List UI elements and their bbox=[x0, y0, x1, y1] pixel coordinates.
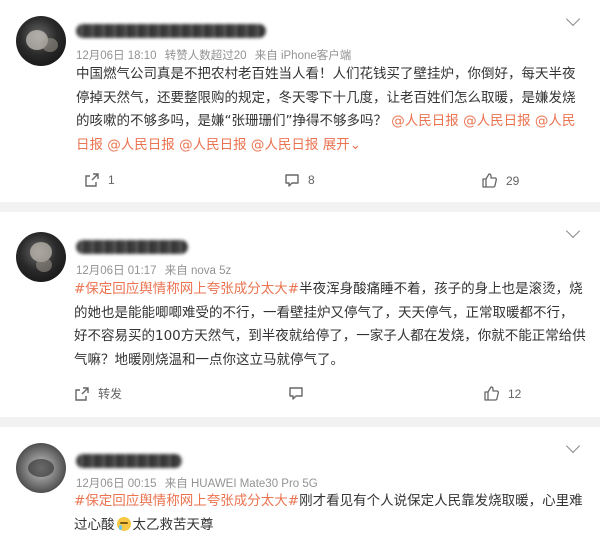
chevron-down-icon[interactable] bbox=[565, 11, 581, 27]
post-separator bbox=[0, 417, 600, 427]
post-meta: 12月06日 00:15 来自 HUAWEI Mate30 Pro 5G bbox=[76, 475, 323, 491]
repost-button[interactable]: 转发 bbox=[74, 385, 122, 402]
post-actions: 1 8 29 bbox=[0, 172, 600, 192]
mention-link[interactable]: @人民日报 bbox=[107, 137, 175, 153]
post-2: 12月06日 01:17 来自 nova 5z #保定回应舆情称网上夸张成分太大… bbox=[0, 212, 600, 417]
post-content: #保定回应舆情称网上夸张成分太大#刚才看见有个人说保定人民靠发烧取暖，心里难过心… bbox=[74, 490, 586, 537]
comment-icon bbox=[289, 387, 303, 400]
username-redacted[interactable] bbox=[76, 240, 188, 254]
post-tail-text: 太乙救苦天尊 bbox=[132, 516, 214, 533]
post-meta: 12月06日 18:10 转赞人数超过20 来自 iPhone客户端 bbox=[76, 47, 356, 63]
repost-button[interactable]: 1 bbox=[84, 172, 115, 188]
post-source: 来自 nova 5z bbox=[164, 265, 232, 277]
repost-icon bbox=[75, 386, 89, 401]
post-date: 12月06日 01:17 bbox=[76, 265, 157, 277]
crying-face-emoji-icon bbox=[116, 516, 131, 531]
like-button[interactable]: 29 bbox=[481, 172, 519, 189]
likes-note: 转赞人数超过20 bbox=[164, 50, 247, 62]
chevron-down-icon[interactable] bbox=[565, 223, 581, 239]
like-count: 12 bbox=[508, 386, 522, 401]
comment-button[interactable]: 8 bbox=[284, 172, 315, 188]
repost-label: 转发 bbox=[98, 387, 123, 401]
repost-icon bbox=[85, 173, 99, 187]
comment-icon bbox=[285, 174, 299, 187]
like-button[interactable]: 12 bbox=[483, 385, 521, 402]
post-actions: 转发 12 bbox=[0, 385, 600, 405]
post-source: 来自 HUAWEI Mate30 Pro 5G bbox=[164, 478, 318, 490]
expand-link[interactable]: 展开 bbox=[323, 137, 350, 153]
like-count: 29 bbox=[506, 173, 520, 188]
comment-button[interactable] bbox=[288, 385, 312, 401]
thumbs-up-icon bbox=[484, 386, 499, 401]
mention-link[interactable]: @人民日报 bbox=[251, 137, 319, 153]
post-content: 中国燃气公司真是不把农村老百姓当人看！人们花钱买了壁挂炉，你倒好，每天半夜停掉天… bbox=[76, 63, 586, 157]
hashtag-link[interactable]: #保定回应舆情称网上夸张成分太大# bbox=[74, 281, 299, 297]
username-redacted[interactable] bbox=[76, 24, 266, 38]
comment-count: 8 bbox=[308, 173, 315, 187]
avatar[interactable] bbox=[16, 16, 66, 66]
post-3: 12月06日 00:15 来自 HUAWEI Mate30 Pro 5G #保定… bbox=[0, 427, 600, 545]
mention-link[interactable]: @人民日报 bbox=[463, 113, 531, 129]
username-redacted[interactable] bbox=[76, 454, 182, 468]
mention-link[interactable]: @人民日报 bbox=[391, 113, 459, 129]
thumbs-up-icon bbox=[482, 173, 497, 188]
avatar[interactable] bbox=[16, 232, 66, 282]
post-content: #保定回应舆情称网上夸张成分太大#半夜浑身酸痛睡不着，孩子的身上也是滚烫，烧的她… bbox=[74, 278, 586, 372]
post-meta: 12月06日 01:17 来自 nova 5z bbox=[76, 262, 236, 278]
post-source: 来自 iPhone客户端 bbox=[254, 50, 352, 62]
post-separator bbox=[0, 202, 600, 212]
post-date: 12月06日 00:15 bbox=[76, 478, 157, 490]
chevron-down-icon[interactable] bbox=[565, 438, 581, 454]
post-date: 12月06日 18:10 bbox=[76, 50, 157, 62]
hashtag-link[interactable]: #保定回应舆情称网上夸张成分太大# bbox=[74, 493, 299, 509]
repost-count: 1 bbox=[108, 173, 115, 187]
avatar[interactable] bbox=[16, 443, 66, 493]
chevron-down-icon: ⌄ bbox=[349, 136, 361, 153]
mention-link[interactable]: @人民日报 bbox=[179, 137, 247, 153]
post-1: 12月06日 18:10 转赞人数超过20 来自 iPhone客户端 中国燃气公… bbox=[0, 0, 600, 202]
